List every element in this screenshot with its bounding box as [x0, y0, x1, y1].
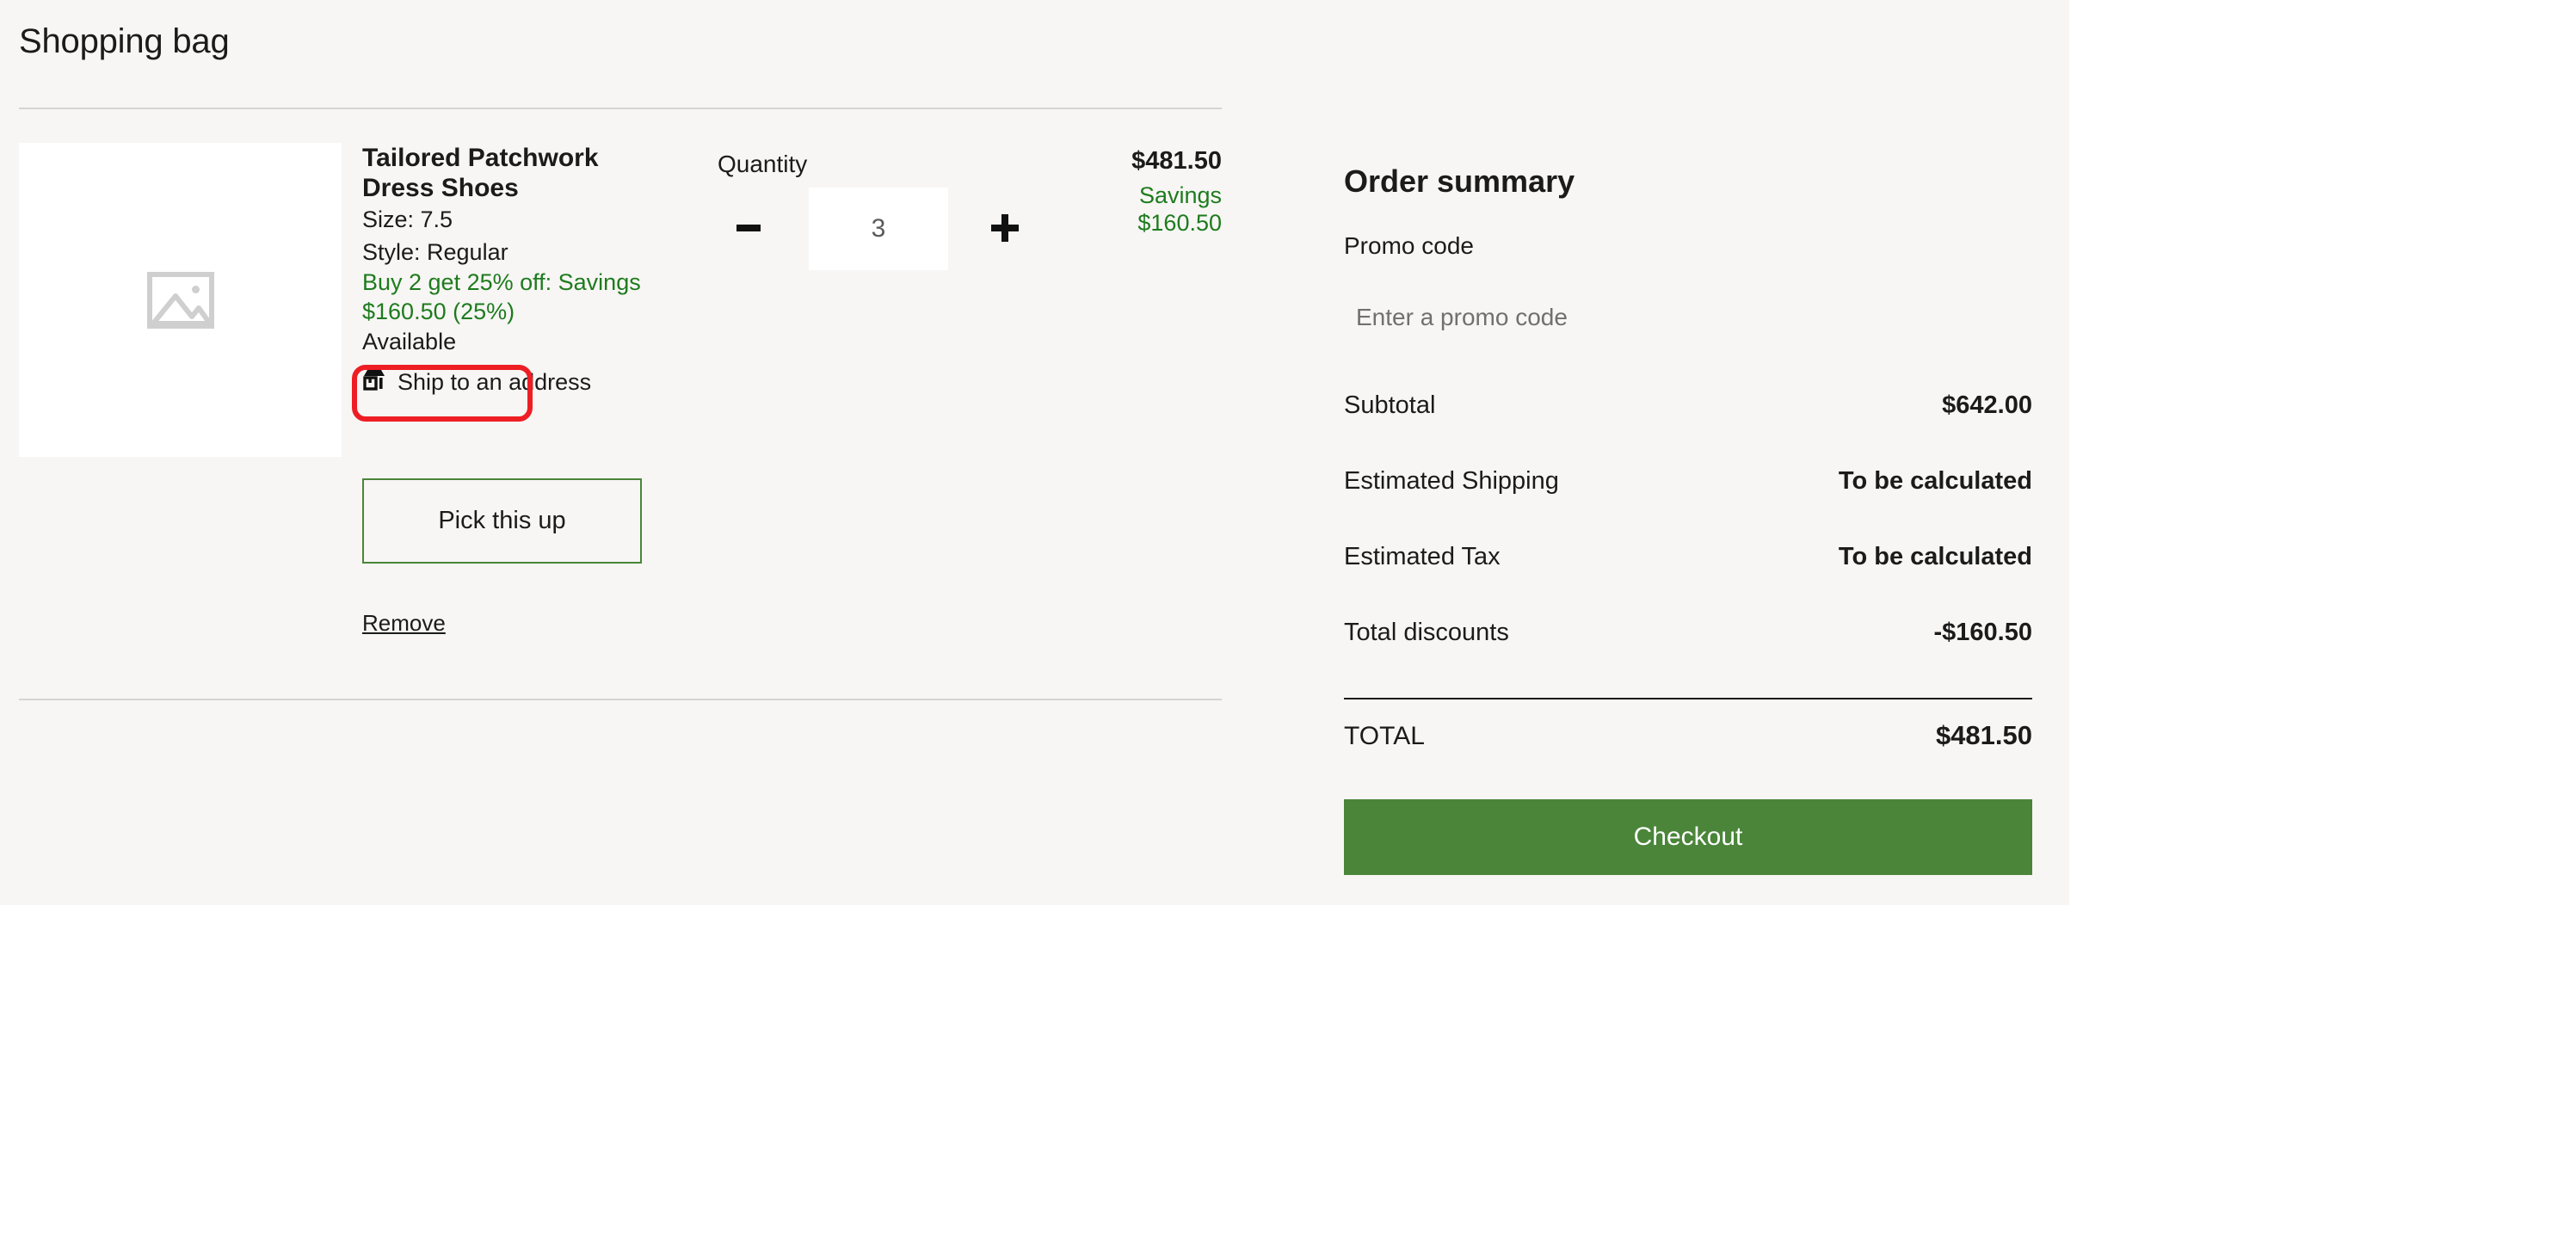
order-summary-panel: Order summary Promo code Apply Subtotal …: [1344, 0, 2069, 905]
product-info: Tailored Patchwork Dress Shoes Size: 7.5…: [362, 143, 706, 396]
ship-option-label: Ship to an address: [397, 368, 592, 395]
summary-value: To be calculated: [1838, 467, 2032, 495]
summary-row-total: TOTAL $481.50: [1344, 699, 2032, 789]
summary-label: Total discounts: [1344, 619, 1509, 646]
item-price-block: $481.50 Savings $160.50: [929, 147, 1222, 237]
quantity-label: Quantity: [718, 151, 808, 177]
cart-item-divider: [19, 699, 1222, 700]
summary-row-subtotal: Subtotal $642.00: [1344, 391, 2032, 467]
product-image-placeholder: [19, 143, 342, 457]
summary-value: To be calculated: [1838, 543, 2032, 570]
summary-value: -$160.50: [1933, 619, 2033, 646]
total-value: $481.50: [1935, 720, 2032, 750]
summary-rows: Subtotal $642.00 Estimated Shipping To b…: [1344, 391, 2032, 789]
broken-image-icon: [146, 271, 214, 329]
summary-row-discounts: Total discounts -$160.50: [1344, 619, 2032, 694]
ship-option[interactable]: Ship to an address: [362, 369, 706, 396]
summary-row-tax: Estimated Tax To be calculated: [1344, 543, 2032, 619]
header-divider: [19, 108, 1222, 109]
item-savings: Savings $160.50: [1137, 182, 1222, 237]
promo-code-label: Promo code: [1344, 232, 1474, 259]
availability-status: Available: [362, 329, 457, 355]
summary-label: Estimated Shipping: [1344, 467, 1559, 495]
remove-item-link[interactable]: Remove: [362, 610, 446, 637]
order-summary-title: Order summary: [1344, 163, 1575, 199]
product-size: Size: 7.5: [362, 206, 453, 233]
item-total-price: $481.50: [1131, 147, 1222, 175]
summary-row-shipping: Estimated Shipping To be calculated: [1344, 467, 2032, 543]
total-label: TOTAL: [1344, 722, 1425, 750]
pick-this-up-button[interactable]: Pick this up: [362, 478, 642, 564]
promo-code-input[interactable]: [1344, 284, 1748, 351]
product-style: Style: Regular: [362, 238, 508, 265]
product-promo: Buy 2 get 25% off: Savings $160.50 (25%): [362, 269, 641, 324]
store-icon: [362, 369, 386, 396]
summary-value: $642.00: [1942, 391, 2032, 419]
quantity-input[interactable]: [809, 188, 948, 270]
minus-icon: [734, 213, 763, 245]
page-title: Shopping bag: [19, 22, 230, 60]
quantity-decrement-button[interactable]: [718, 188, 780, 270]
product-name: Tailored Patchwork Dress Shoes: [362, 144, 599, 203]
checkout-button[interactable]: Checkout: [1344, 799, 2032, 875]
shopping-bag-page: Shopping bag Tailored Patchwork Dress Sh…: [0, 0, 2069, 905]
summary-label: Subtotal: [1344, 391, 1436, 419]
summary-label: Estimated Tax: [1344, 543, 1501, 570]
